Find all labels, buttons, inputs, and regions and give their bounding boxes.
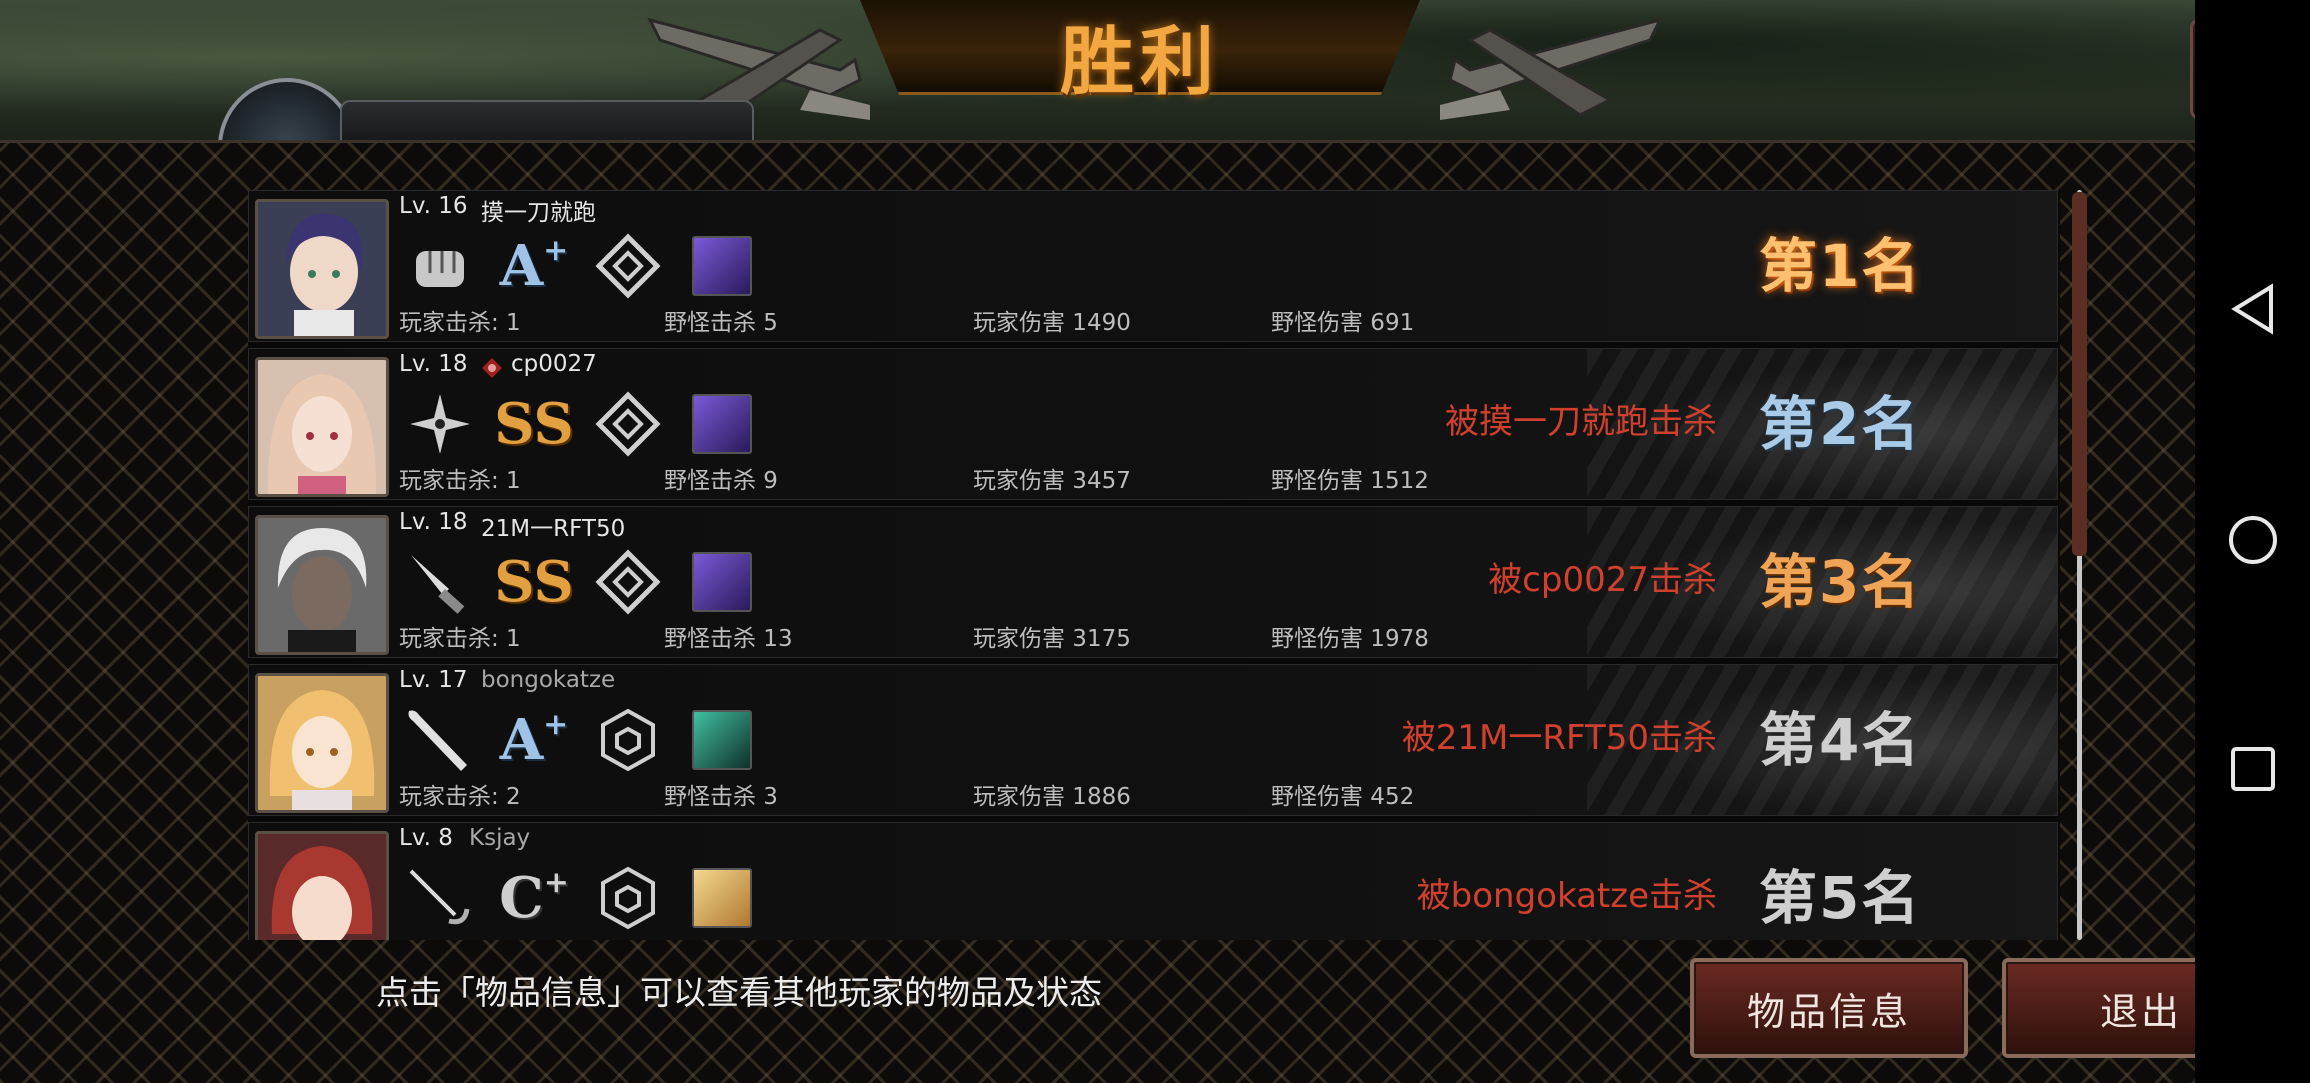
player-level: Lv. 16 xyxy=(399,193,468,219)
player-damage: 玩家伤害 1886 xyxy=(973,784,1131,810)
player-kills: 玩家击杀: 1 xyxy=(399,626,521,652)
rank-label: 第5名 xyxy=(1759,864,1922,932)
player-row: Lv. 18 21M一RFT50 SS 玩家击杀: 1 野怪击杀 13 玩家伤害… xyxy=(248,506,2058,658)
scrollbar-thumb[interactable] xyxy=(2072,192,2087,556)
player-row: Lv. 18 cp0027 SS 玩家击杀: 1 野怪击杀 9 玩家伤害 345… xyxy=(248,348,2058,500)
fist-icon xyxy=(404,233,476,299)
item-slot[interactable] xyxy=(686,233,758,299)
player-portrait xyxy=(255,357,389,497)
grade-badge: A+ xyxy=(499,707,569,773)
knife-icon xyxy=(404,549,476,615)
diamond-emblem-icon xyxy=(592,391,664,457)
rapier-icon xyxy=(404,865,476,931)
grade-badge: SS xyxy=(494,549,574,615)
player-portrait xyxy=(255,831,389,940)
back-icon[interactable] xyxy=(2227,283,2279,335)
item-info-button[interactable]: 物品信息 xyxy=(1690,958,1968,1058)
monster-kills: 野怪击杀 5 xyxy=(664,310,778,336)
monster-damage: 野怪伤害 1512 xyxy=(1271,468,1429,494)
player-damage: 玩家伤害 3175 xyxy=(973,626,1131,652)
clan-icon xyxy=(482,358,502,378)
player-kills: 玩家击杀: 1 xyxy=(399,310,521,336)
player-kills: 玩家击杀: 2 xyxy=(399,784,521,810)
player-name: Ksjay xyxy=(469,825,531,851)
player-name: bongokatze xyxy=(481,667,616,693)
rank-label: 第3名 xyxy=(1759,548,1922,616)
item-slot[interactable] xyxy=(686,865,758,931)
rank-label: 第4名 xyxy=(1759,706,1922,774)
item-slot[interactable] xyxy=(686,549,758,615)
monster-kills: 野怪击杀 13 xyxy=(664,626,793,652)
system-nav-bar xyxy=(2195,0,2310,1080)
monster-damage: 野怪伤害 1978 xyxy=(1271,626,1429,652)
killed-by-label: 被bongokatze击杀 xyxy=(1416,876,1717,916)
hexagon-emblem-icon xyxy=(592,865,664,931)
player-damage: 玩家伤害 1490 xyxy=(973,310,1131,336)
hexagon-emblem-icon xyxy=(592,707,664,773)
monster-kills: 野怪击杀 9 xyxy=(664,468,778,494)
killed-by-label: 被cp0027击杀 xyxy=(1488,560,1717,600)
monster-kills: 野怪击杀 3 xyxy=(664,784,778,810)
hint-text: 点击「物品信息」可以查看其他玩家的物品及状态 xyxy=(376,973,1102,1012)
shuriken-icon xyxy=(404,391,476,457)
item-slot[interactable] xyxy=(686,707,758,773)
recents-icon[interactable] xyxy=(2227,743,2279,795)
rank-label: 第2名 xyxy=(1759,390,1922,458)
player-damage: 玩家伤害 3457 xyxy=(973,468,1131,494)
page-title: 胜利 xyxy=(1060,19,1220,105)
killed-by-label: 被摸一刀就跑击杀 xyxy=(1445,402,1717,442)
killed-by-label: 被21M一RFT50击杀 xyxy=(1401,718,1717,758)
crossed-guns-right-icon xyxy=(1440,17,1663,120)
player-name: 摸一刀就跑 xyxy=(481,200,596,226)
player-portrait xyxy=(255,515,389,655)
bat-icon xyxy=(404,707,476,773)
player-row: Lv. 8 Ksjay C+ 被bongokatze击杀 第5名 xyxy=(248,822,2058,940)
player-level: Lv. 18 xyxy=(399,351,468,377)
diamond-emblem-icon xyxy=(592,549,664,615)
monster-damage: 野怪伤害 452 xyxy=(1271,784,1415,810)
results-list[interactable]: Lv. 16 摸一刀就跑 A+ 玩家击杀: 1 野怪击杀 5 玩家伤害 1490… xyxy=(248,190,2060,940)
player-portrait xyxy=(255,673,389,813)
rank-label: 第1名 xyxy=(1759,232,1922,300)
player-level: Lv. 18 xyxy=(399,509,468,535)
player-row: Lv. 16 摸一刀就跑 A+ 玩家击杀: 1 野怪击杀 5 玩家伤害 1490… xyxy=(248,190,2058,342)
player-level: Lv. 17 xyxy=(399,667,468,693)
monster-damage: 野怪伤害 691 xyxy=(1271,310,1415,336)
home-icon[interactable] xyxy=(2227,514,2279,566)
player-portrait xyxy=(255,199,389,339)
grade-badge: SS xyxy=(494,391,574,457)
player-row: Lv. 17 bongokatze A+ 玩家击杀: 2 野怪击杀 3 玩家伤害… xyxy=(248,664,2058,816)
player-kills: 玩家击杀: 1 xyxy=(399,468,521,494)
player-level: Lv. 8 xyxy=(399,825,453,851)
player-name: cp0027 xyxy=(511,351,597,377)
item-slot[interactable] xyxy=(686,391,758,457)
diamond-emblem-icon xyxy=(592,233,664,299)
grade-badge: C+ xyxy=(499,865,569,931)
player-name: 21M一RFT50 xyxy=(481,516,626,542)
grade-badge: A+ xyxy=(499,233,569,299)
